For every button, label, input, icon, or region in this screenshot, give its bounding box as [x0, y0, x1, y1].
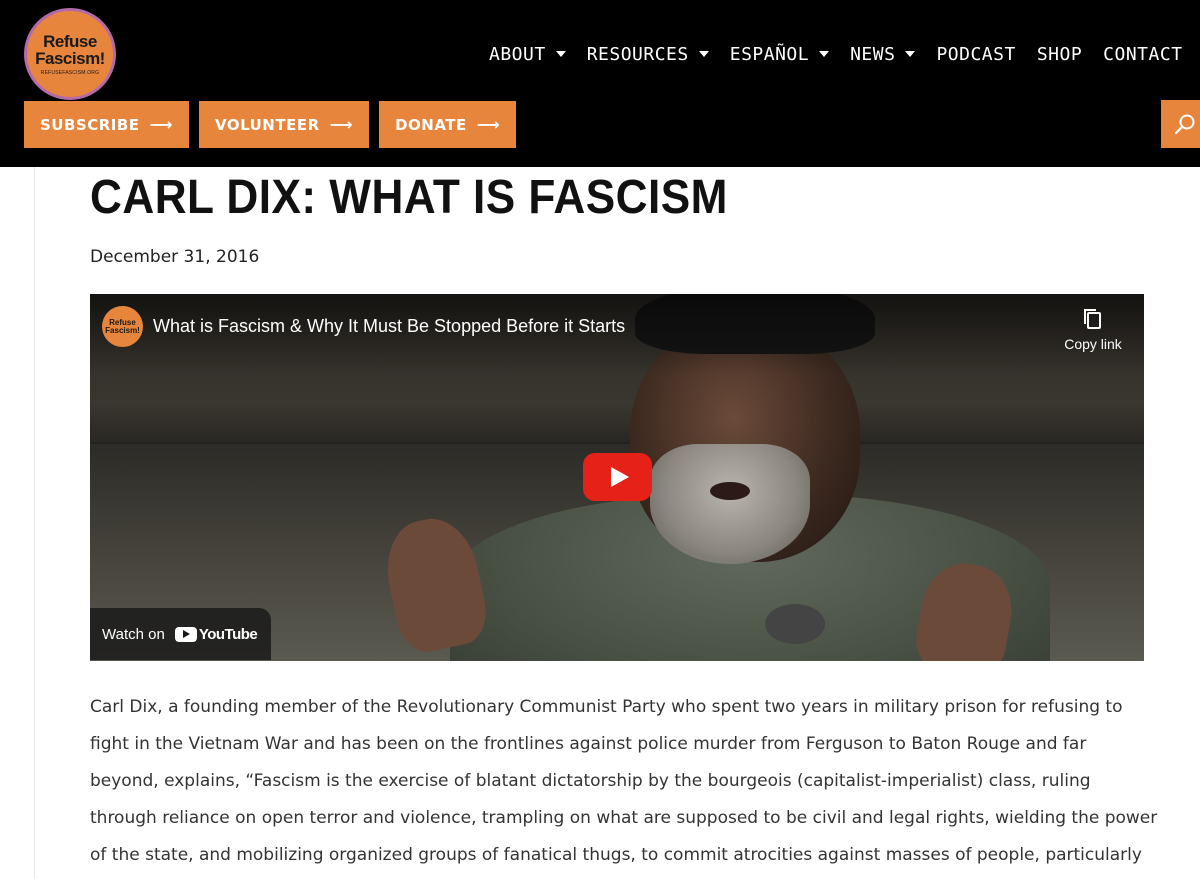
logo-line-1: Refuse	[43, 31, 97, 51]
nav-news-label: NEWS	[850, 43, 896, 65]
chevron-down-icon	[819, 51, 830, 57]
youtube-play-icon	[174, 626, 197, 642]
arrow-right-icon: ⟶	[476, 115, 501, 134]
channel-avatar[interactable]: Refuse Fascism!	[102, 306, 143, 347]
arrow-right-icon: ⟶	[149, 115, 173, 134]
chevron-down-icon	[555, 51, 566, 57]
copy-link-label: Copy link	[1064, 336, 1122, 352]
youtube-logo: YouTube	[174, 625, 258, 643]
search-icon	[1174, 114, 1195, 135]
logo-line-2: Fascism!	[35, 48, 105, 68]
body-line: of the state, and mobilizing organized g…	[90, 845, 1142, 865]
volunteer-label: VOLUNTEER	[214, 115, 320, 134]
post-body: Carl Dix, a founding member of the Revol…	[90, 689, 1158, 874]
nav-espanol[interactable]: ESPAÑOL	[729, 43, 830, 65]
post-date: December 31, 2016	[90, 247, 260, 267]
video-title[interactable]: What is Fascism & Why It Must Be Stopped…	[153, 316, 625, 337]
content-divider	[34, 167, 35, 879]
chevron-down-icon	[905, 51, 916, 57]
nav-podcast[interactable]: PODCAST	[936, 44, 1015, 65]
channel-avatar-line-2: Fascism!	[105, 325, 140, 335]
subscribe-label: SUBSCRIBE	[40, 115, 140, 134]
search-button[interactable]	[1161, 100, 1200, 148]
nav-news[interactable]: NEWS	[850, 43, 916, 65]
body-line: through reliance on open terror and viol…	[90, 808, 1158, 828]
nav-about[interactable]: ABOUT	[489, 44, 566, 65]
play-icon	[610, 467, 629, 487]
nav-about-label: ABOUT	[489, 43, 546, 65]
nav-contact[interactable]: CONTACT	[1103, 44, 1182, 65]
subscribe-button[interactable]: SUBSCRIBE ⟶	[24, 101, 189, 148]
video-frame-microphone	[765, 604, 825, 644]
watch-on-label: Watch on	[102, 625, 165, 643]
body-line: Carl Dix, a founding member of the Revol…	[90, 697, 1123, 717]
video-frame-mouth	[710, 482, 750, 500]
logo-url: REFUSEFASCISM.ORG	[40, 69, 100, 76]
cta-row: SUBSCRIBE ⟶ VOLUNTEER ⟶ DONATE ⟶	[24, 101, 526, 148]
youtube-wordmark: YouTube	[198, 625, 258, 643]
nav-shop[interactable]: SHOP	[1037, 44, 1082, 65]
main-nav: ABOUT RESOURCES ESPAÑOL NEWS PODCAST SHO…	[489, 40, 1200, 68]
arrow-right-icon: ⟶	[329, 115, 354, 134]
site-header: Refuse Fascism! REFUSEFASCISM.ORG ABOUT …	[0, 0, 1200, 167]
nav-resources[interactable]: RESOURCES	[587, 44, 709, 65]
page-title: CARL DIX: WHAT IS FASCISM	[90, 171, 728, 224]
body-line: fight in the Vietnam War and has been on…	[90, 734, 1087, 754]
nav-podcast-label: PODCAST	[936, 43, 1016, 65]
chevron-down-icon	[698, 51, 709, 57]
nav-espanol-label: ESPAÑOL	[729, 43, 810, 65]
video-frame-beard	[650, 444, 810, 564]
refuse-fascism-logo[interactable]: Refuse Fascism! REFUSEFASCISM.ORG	[24, 8, 116, 100]
nav-contact-label: CONTACT	[1103, 43, 1183, 65]
body-line: beyond, explains, “Fascism is the exerci…	[90, 771, 1091, 791]
play-button[interactable]	[583, 453, 652, 501]
donate-label: DONATE	[395, 115, 467, 134]
volunteer-button[interactable]: VOLUNTEER ⟶	[198, 101, 370, 148]
watch-on-youtube-button[interactable]: Watch on YouTube	[90, 608, 272, 660]
nav-resources-label: RESOURCES	[586, 43, 689, 65]
donate-button[interactable]: DONATE ⟶	[379, 101, 517, 148]
youtube-embed[interactable]: Refuse Fascism! What is Fascism & Why It…	[90, 294, 1144, 661]
nav-shop-label: SHOP	[1036, 43, 1083, 65]
copy-icon	[1084, 309, 1101, 329]
copy-link-button[interactable]: Copy link	[1058, 308, 1128, 352]
